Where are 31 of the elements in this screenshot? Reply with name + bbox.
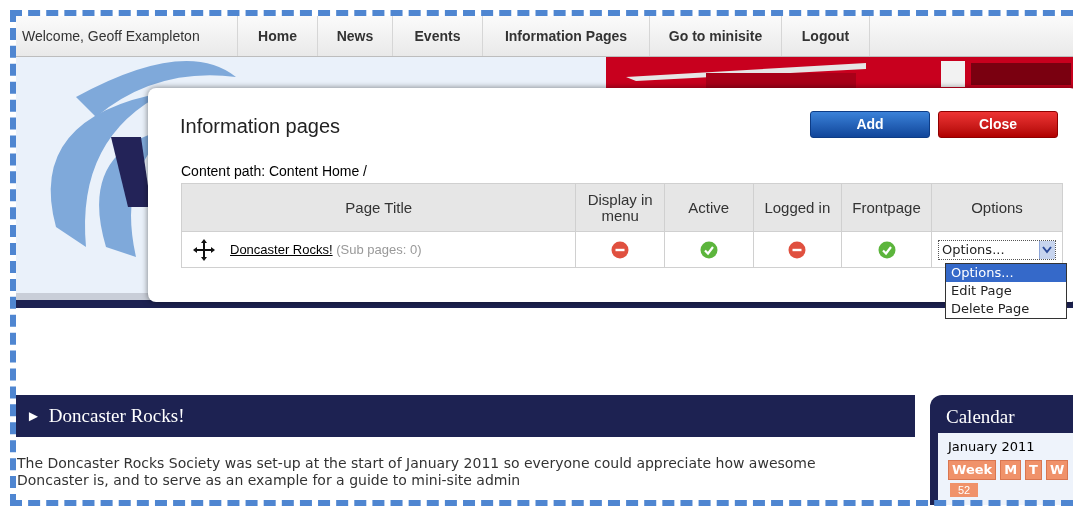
triangle-icon: ► (26, 404, 41, 428)
nav-link[interactable]: Events (393, 16, 483, 56)
article-heading: Doncaster Rocks! (48, 403, 185, 428)
dropdown-option[interactable]: Options... (946, 264, 1066, 282)
content-path: Content path: Content Home / (180, 162, 368, 181)
week-number: 52 (950, 482, 979, 497)
dropdown-option[interactable]: Edit Page (946, 282, 1066, 300)
article-text: The Doncaster Rocks Society was set-up at the start of January 2011 so everyone could appreciate how awesome Doncaster is, and to serve as an example for a guide to mini-site admin (17, 455, 817, 489)
nav-link[interactable]: Logout (782, 16, 870, 56)
welcome-text: Welcome, Geoff Exampleton (16, 16, 238, 56)
close-button[interactable]: Close (938, 110, 1058, 138)
calendar-title: Calendar (945, 405, 1016, 429)
dropdown-option[interactable]: Delete Page (946, 300, 1066, 318)
nav-link[interactable]: Home (238, 16, 318, 56)
move-icon[interactable] (192, 237, 216, 262)
nav-link[interactable]: News (318, 16, 393, 56)
chevron-down-icon (1042, 245, 1053, 254)
sub-pages-count: (Sub pages: 0) (336, 241, 422, 257)
calendar-month: January 2011 (948, 438, 1036, 456)
column-header: Logged in (753, 183, 842, 232)
dialog-title: Information pages (180, 114, 341, 139)
options-dropdown[interactable]: Options... (937, 239, 1056, 260)
add-button[interactable]: Add (810, 110, 930, 138)
nav-link[interactable]: Go to minisite (650, 16, 782, 56)
nav-link[interactable]: Information Pages (483, 16, 650, 56)
page-title-link[interactable]: Doncaster Rocks! (230, 241, 333, 257)
column-header: Frontpage (841, 183, 932, 232)
column-header: Display in menu (575, 183, 665, 232)
column-header: Options (931, 183, 1063, 232)
column-header: Active (664, 183, 754, 232)
column-header: Page Title (181, 183, 576, 232)
